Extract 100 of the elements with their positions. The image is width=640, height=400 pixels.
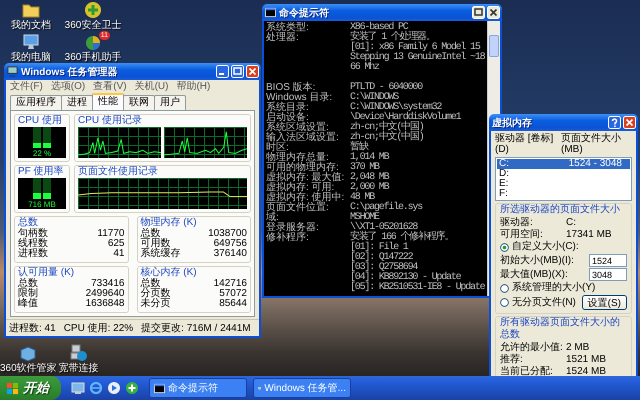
stat-label: 未分页 (140, 299, 170, 309)
console-icon (265, 7, 276, 18)
info-label: 允许的最小值: (500, 342, 564, 353)
info-label: 推荐: (500, 354, 524, 365)
radio-label: 无分页文件(N) (512, 296, 576, 308)
drive-row[interactable]: E: (497, 179, 630, 189)
info-value: 1524 MB (566, 366, 608, 377)
status-text: CPU 使用: 22% (64, 322, 134, 335)
radio-option[interactable]: 系统管理的大小(Y) (500, 282, 627, 294)
info-label: 当前已分配: (500, 366, 554, 377)
console-label: 可用的物理内存: (266, 163, 339, 173)
console-label: 域: (266, 213, 279, 223)
shortcut-label: 360软件管家 (0, 363, 57, 374)
column-header: 页面文件大小(MB) (561, 133, 622, 155)
desktop-shortcut[interactable]: 我的电脑 (11, 33, 51, 63)
console-value: [05]: KB2510531-IE8 - Update (350, 283, 484, 293)
stat-value: 625 (108, 239, 124, 249)
console-label: Windows 目录: (266, 93, 334, 103)
menu-item[interactable]: 查看(V) (93, 81, 127, 92)
minimize-icon[interactable] (216, 65, 229, 78)
drive-row[interactable]: C: 1524 - 3048 (497, 159, 630, 169)
group-label: 认可用量 (K) (18, 267, 76, 278)
console-value: [03]: Q2758694 (350, 263, 418, 273)
stat-value: 41 (113, 249, 124, 259)
start-button[interactable]: 开始 (0, 376, 61, 400)
desktop-shortcut[interactable]: 宽带连接 (58, 344, 99, 374)
tab[interactable]: 联网 (123, 95, 155, 110)
console-label: BIOS 版本: (266, 83, 316, 93)
window-title: Windows 任务管理器 (21, 66, 118, 78)
menu-item[interactable]: 关机(U) (134, 81, 168, 92)
windows-flag-icon (6, 382, 19, 394)
drive-letter: C: (499, 159, 509, 169)
shortcut-label: 宽带连接 (58, 363, 99, 374)
radio-option[interactable]: 自定义大小(C): (500, 241, 627, 253)
console-value: 暂缺 (350, 143, 368, 153)
drive-letter: E: (499, 179, 508, 189)
console-value: [01]: File 1 (350, 243, 408, 253)
maximize-icon[interactable] (472, 6, 485, 19)
stat-label: 分页数 (140, 289, 170, 299)
set-button[interactable]: 设置(S) (582, 295, 627, 310)
page-file-size: 1524 - 3048 (568, 159, 622, 169)
console-label: 登录服务器: (266, 223, 320, 233)
console-icon (154, 382, 165, 394)
group-label: 页面文件使用记录 (78, 166, 159, 178)
stat-label: 进程数 (18, 249, 48, 259)
info-value: 2 MB (566, 342, 590, 353)
desktop-icon[interactable] (71, 381, 85, 395)
console-value: [01]: x86 Family 6 Model 15 Stepping 13 GenuineIntel ~1866 Mhz (350, 43, 485, 73)
shortcut-label: 我的电脑 (11, 52, 51, 63)
input-field[interactable]: 3048 (589, 268, 627, 281)
plus-circle-icon[interactable] (125, 381, 139, 395)
close-icon[interactable] (487, 6, 500, 19)
tab[interactable]: 性能 (92, 93, 124, 110)
stat-value: 11770 (97, 229, 124, 239)
console-value: 2,048 MB (350, 173, 388, 183)
drive-row[interactable]: F: (497, 189, 630, 199)
media-icon[interactable] (107, 381, 121, 395)
stat-value: 2499640 (86, 289, 124, 299)
info-value: C: (566, 217, 577, 228)
radio-button[interactable] (500, 284, 509, 292)
console-label: 虚拟内存: 最大值: (266, 173, 346, 183)
menu-item[interactable]: 选项(O) (50, 81, 86, 92)
radio-button[interactable] (500, 242, 509, 252)
shortcut-label: 360安全卫士 (64, 20, 122, 31)
stat-label: 峰值 (18, 299, 38, 309)
group-label: 物理内存 (K) (140, 217, 198, 228)
plus-circle-icon (84, 1, 102, 19)
desktop-shortcut[interactable]: 我的文档 (11, 1, 51, 31)
desktop-shortcut[interactable]: 360安全卫士 (64, 1, 122, 31)
stat-value: 1038700 (208, 229, 247, 239)
group-label: 所选驱动器的页面文件大小 (500, 204, 621, 216)
console-value: 370 MB (350, 163, 379, 173)
field-label: 初始大小(MB)(I): (500, 254, 574, 266)
console-label: 虚拟内存: 使用中: (266, 193, 346, 203)
menu-item[interactable]: 文件(F) (10, 81, 43, 92)
stat-value: 733416 (91, 279, 124, 289)
console-value: 2,000 MB (350, 183, 388, 193)
menu-item[interactable]: 帮助(H) (176, 81, 210, 92)
help-icon[interactable] (608, 116, 621, 129)
console-label: 启动设备: (266, 113, 309, 123)
desktop-shortcut[interactable]: 360软件管家 (0, 344, 57, 374)
tab[interactable]: 进程 (61, 95, 93, 110)
info-value: 1521 MB (566, 354, 608, 365)
drive-row[interactable]: D: (497, 169, 630, 179)
column-header: 驱动器 [卷标](D) (495, 133, 554, 155)
group-label: 所有驱动器页面文件大小的总数 (500, 317, 621, 341)
taskbar-button[interactable]: 命令提示符 (149, 378, 247, 398)
input-field[interactable]: 1524 (589, 254, 627, 267)
console-label: 页面文件位置: (266, 203, 330, 213)
browser-icon[interactable] (89, 381, 103, 395)
radio-label: 自定义大小(C): (512, 241, 579, 253)
tab[interactable]: 应用程序 (10, 95, 62, 110)
stat-label: 系统缓存 (140, 249, 180, 259)
tab[interactable]: 用户 (154, 95, 186, 110)
radio-option[interactable]: 无分页文件(N) (500, 296, 576, 308)
console-value: 1,014 MB (350, 153, 388, 163)
shortcut-label: 我的文档 (11, 20, 51, 31)
radio-button[interactable] (500, 298, 509, 307)
console-label: 系统类型: (266, 23, 310, 33)
taskbar-button[interactable]: Windows 任务管... (253, 378, 351, 398)
